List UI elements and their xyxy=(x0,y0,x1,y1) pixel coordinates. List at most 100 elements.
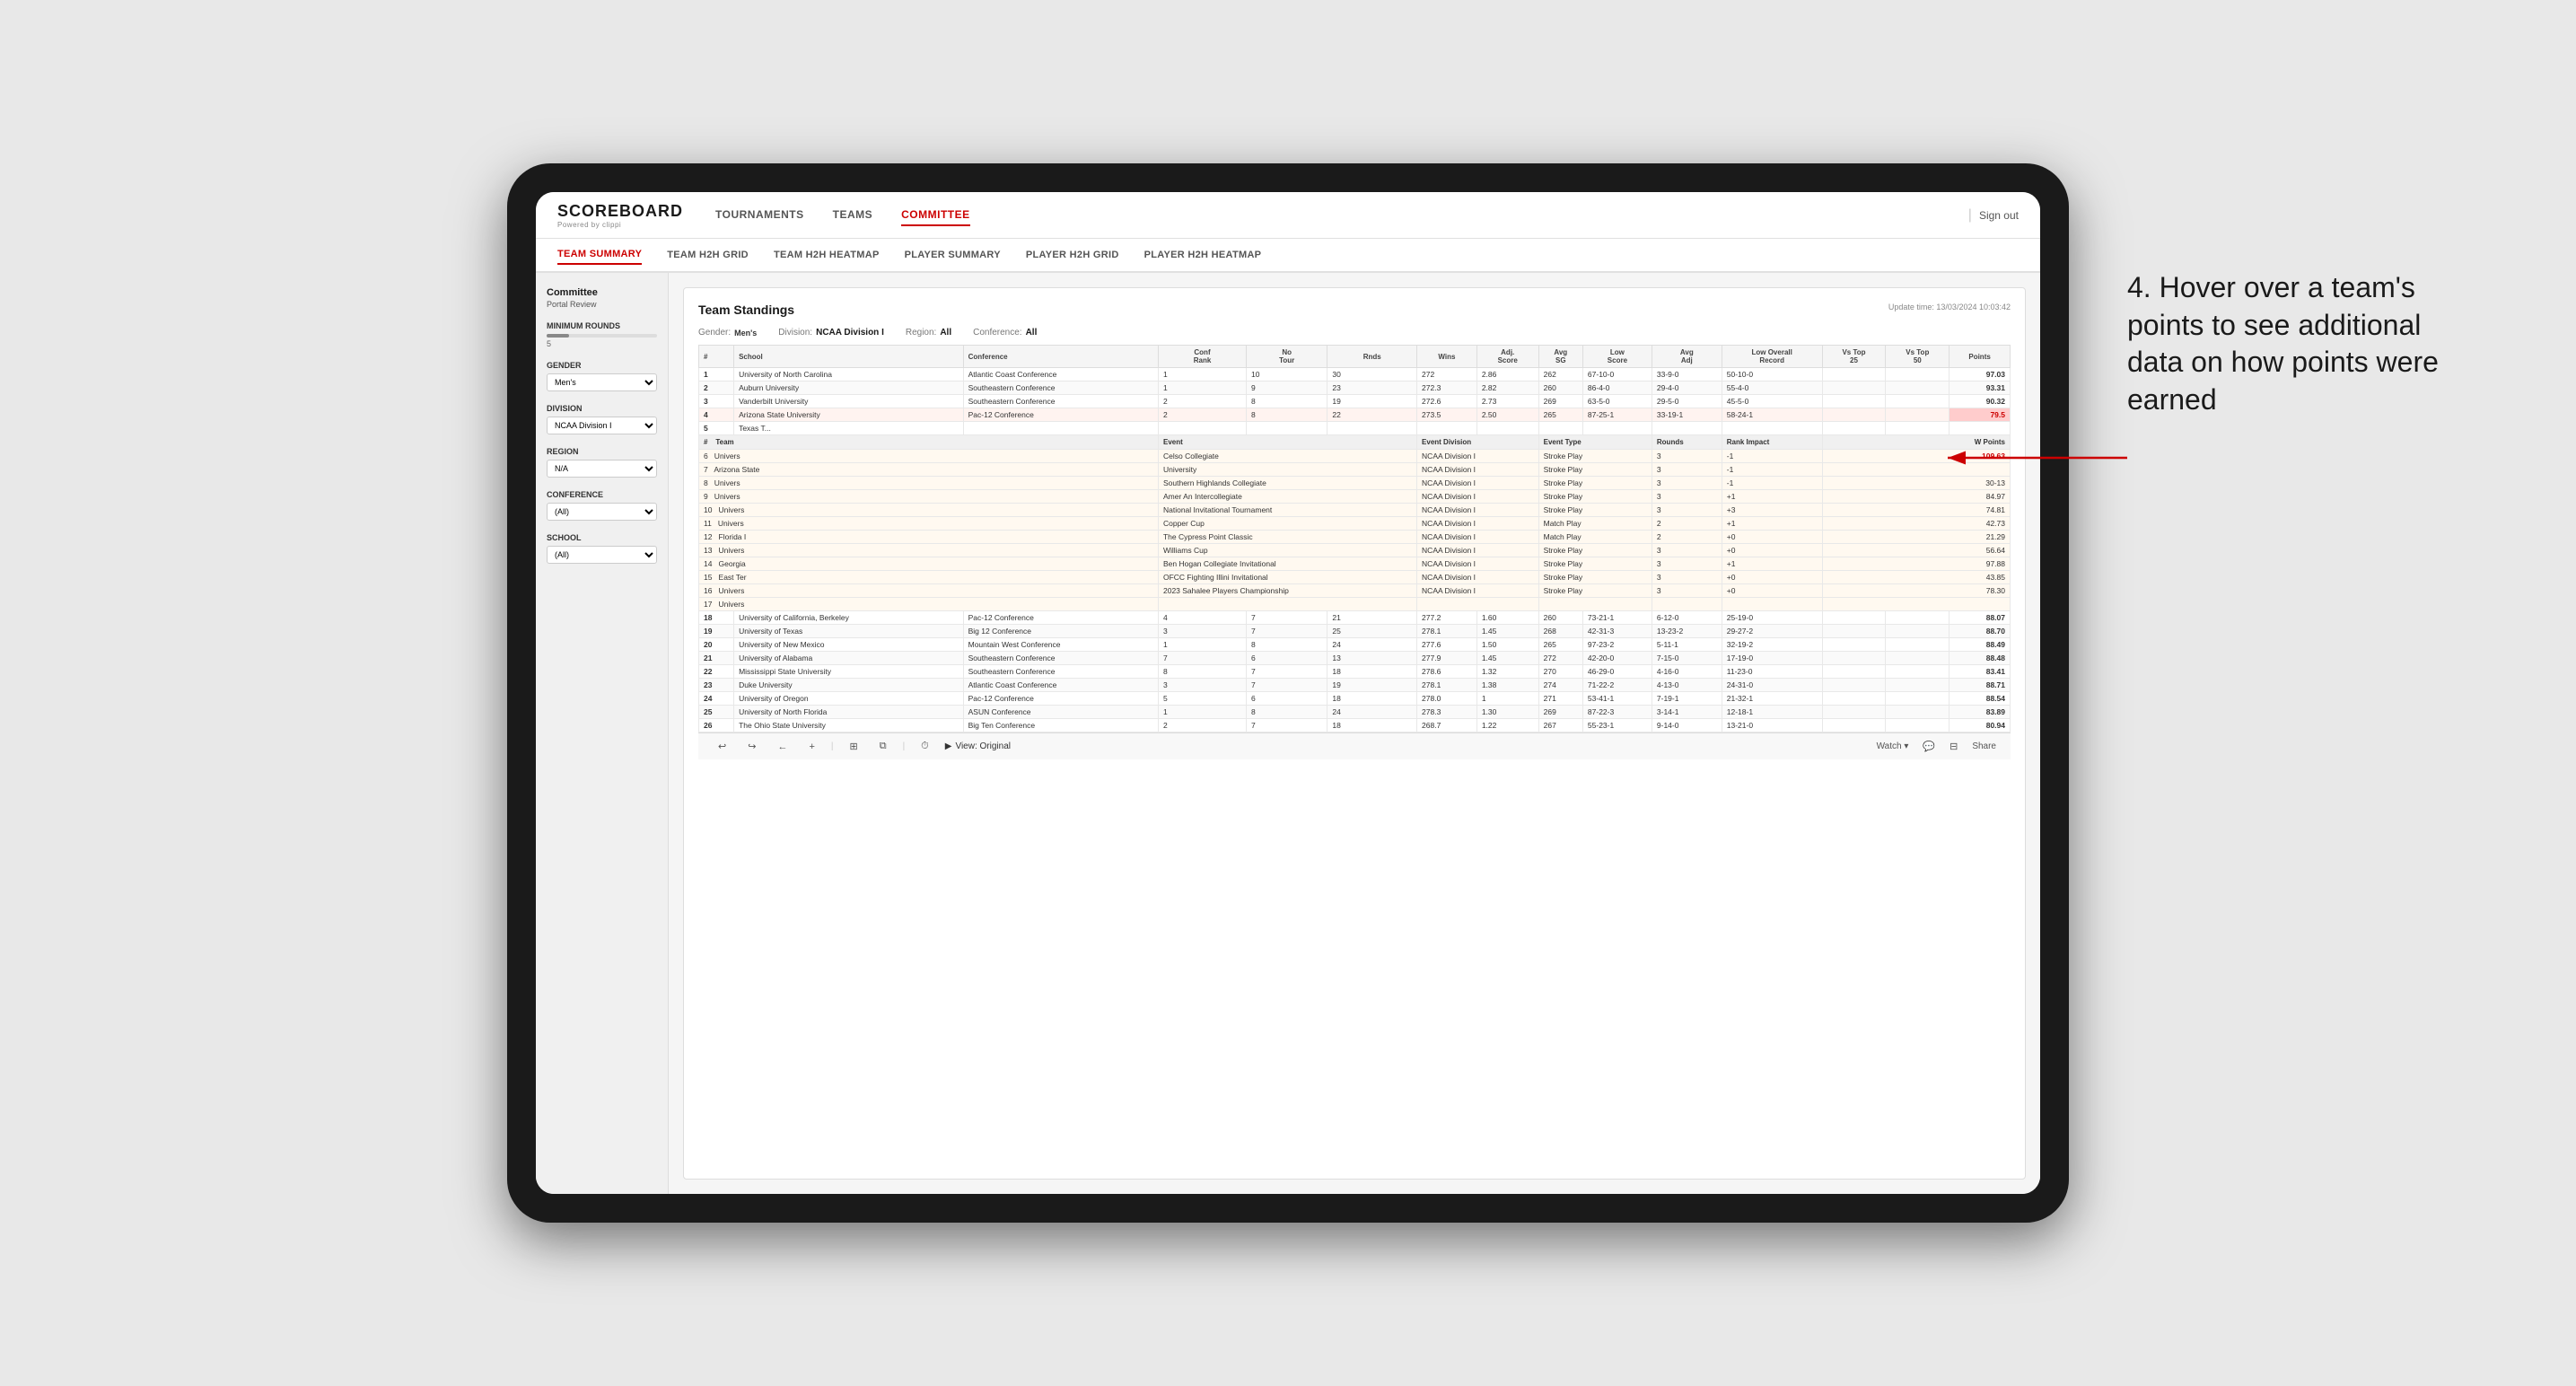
view-icon: ▶ xyxy=(945,741,952,751)
share-button[interactable]: Share xyxy=(1972,741,1996,751)
bottom-toolbar: ↩ ↪ ← + | ⊞ ⧉ | ⏱ ▶ View: Original xyxy=(698,732,2011,759)
table-row-highlighted[interactable]: 4 Arizona State University Pac-12 Confer… xyxy=(699,408,2011,422)
grid2-button[interactable]: ⊟ xyxy=(1950,741,1958,752)
sidebar-min-rounds: Minimum Rounds 5 xyxy=(547,321,657,348)
nav-teams[interactable]: TEAMS xyxy=(833,205,873,226)
sidebar-school: School (All) xyxy=(547,533,657,564)
col-conference: Conference xyxy=(963,346,1158,368)
separator-1: | xyxy=(831,741,834,751)
slider-fill xyxy=(547,334,569,338)
filter-gender: Gender: Men's xyxy=(698,328,757,338)
top-nav: SCOREBOARD Powered by clippi TOURNAMENTS… xyxy=(536,192,2040,239)
table-row[interactable]: 25 University of North Florida ASUN Conf… xyxy=(699,706,2011,719)
col-rank: # xyxy=(699,346,734,368)
col-wins: Wins xyxy=(1417,346,1477,368)
min-rounds-label: Minimum Rounds xyxy=(547,321,657,330)
division-select[interactable]: NCAA Division I xyxy=(547,417,657,434)
sidebar-header-section: Committee Portal Review xyxy=(547,287,657,309)
col-avg-sg: AvgSG xyxy=(1538,346,1582,368)
table-row[interactable]: 23 Duke University Atlantic Coast Confer… xyxy=(699,679,2011,692)
tooltip-row[interactable]: 12 Florida I The Cypress Point Classic N… xyxy=(699,531,2011,544)
table-row[interactable]: 24 University of Oregon Pac-12 Conferenc… xyxy=(699,692,2011,706)
rounds-slider[interactable] xyxy=(547,334,657,338)
undo-button[interactable]: ↩ xyxy=(713,739,732,754)
conference-select[interactable]: (All) xyxy=(547,503,657,521)
report-area: Team Standings Update time: 13/03/2024 1… xyxy=(669,273,2040,1194)
tab-team-summary[interactable]: TEAM SUMMARY xyxy=(557,245,642,265)
col-vstop50: Vs Top50 xyxy=(1886,346,1950,368)
tab-player-h2h-grid[interactable]: PLAYER H2H GRID xyxy=(1026,246,1119,264)
tablet-device: SCOREBOARD Powered by clippi TOURNAMENTS… xyxy=(507,163,2069,1223)
tooltip-row[interactable]: 16 Univers 2023 Sahalee Players Champion… xyxy=(699,584,2011,598)
filter-region: Region: All xyxy=(906,328,951,338)
table-row[interactable]: 21 University of Alabama Southeastern Co… xyxy=(699,652,2011,665)
col-low-score: LowScore xyxy=(1582,346,1652,368)
report-card: Team Standings Update time: 13/03/2024 1… xyxy=(683,287,2026,1180)
nav-committee[interactable]: COMMITTEE xyxy=(901,205,970,226)
region-label: Region xyxy=(547,447,657,456)
tooltip-row[interactable]: 14 Georgia Ben Hogan Collegiate Invitati… xyxy=(699,557,2011,571)
redo-button[interactable]: ↪ xyxy=(742,739,761,754)
filter-conference: Conference: All xyxy=(973,328,1037,338)
update-time: Update time: 13/03/2024 10:03:42 xyxy=(1888,303,2011,311)
comment-button[interactable]: 💬 xyxy=(1923,741,1935,752)
tab-team-h2h-grid[interactable]: TEAM H2H GRID xyxy=(667,246,749,264)
standings-table: # School Conference ConfRank NoTour Rnds… xyxy=(698,345,2011,732)
view-selector[interactable]: ▶ View: Original xyxy=(945,741,1011,751)
report-title: Team Standings xyxy=(698,303,794,317)
clock-button[interactable]: ⏱ xyxy=(916,739,934,754)
tooltip-row[interactable]: 17 Univers xyxy=(699,598,2011,611)
tooltip-row[interactable]: 10 Univers National Invitational Tournam… xyxy=(699,504,2011,517)
tooltip-row[interactable]: 11 Univers Copper Cup NCAA Division I Ma… xyxy=(699,517,2011,531)
annotation-text: 4. Hover over a team's points to see add… xyxy=(2127,269,2468,418)
copy-button[interactable]: ⧉ xyxy=(874,739,892,754)
nav-tournaments[interactable]: TOURNAMENTS xyxy=(715,205,804,226)
table-row[interactable]: 3 Vanderbilt University Southeastern Con… xyxy=(699,395,2011,408)
table-row[interactable]: 18 University of California, Berkeley Pa… xyxy=(699,611,2011,625)
grid-button[interactable]: ⊞ xyxy=(844,739,863,754)
table-row[interactable]: 5 Texas T... xyxy=(699,422,2011,435)
tab-player-h2h-heatmap[interactable]: PLAYER H2H HEATMAP xyxy=(1144,246,1262,264)
tooltip-row[interactable]: 8 Univers Southern Highlands Collegiate … xyxy=(699,477,2011,490)
table-row[interactable]: 20 University of New Mexico Mountain Wes… xyxy=(699,638,2011,652)
nav-divider: | xyxy=(1968,207,1972,224)
table-sub-header: # Team Event Event Division Event Type R… xyxy=(699,435,2011,450)
tab-player-summary[interactable]: PLAYER SUMMARY xyxy=(905,246,1001,264)
table-row[interactable]: 19 University of Texas Big 12 Conference… xyxy=(699,625,2011,638)
app-logo-sub: Powered by clippi xyxy=(557,221,683,229)
gender-select[interactable]: Men's xyxy=(547,373,657,391)
add-button[interactable]: + xyxy=(803,740,819,754)
main-nav: TOURNAMENTS TEAMS COMMITTEE xyxy=(715,205,1968,226)
report-filters: Gender: Men's Division: NCAA Division I … xyxy=(698,328,2011,338)
filter-division: Division: NCAA Division I xyxy=(778,328,884,338)
main-content: Committee Portal Review Minimum Rounds 5 xyxy=(536,273,2040,1194)
tab-team-h2h-heatmap[interactable]: TEAM H2H HEATMAP xyxy=(774,246,880,264)
tooltip-row[interactable]: 7 Arizona State University NCAA Division… xyxy=(699,463,2011,477)
table-row[interactable]: 22 Mississippi State University Southeas… xyxy=(699,665,2011,679)
conference-label: Conference xyxy=(547,490,657,499)
sign-out-button[interactable]: Sign out xyxy=(1979,209,2019,222)
slider-container xyxy=(547,334,657,338)
table-container: # School Conference ConfRank NoTour Rnds… xyxy=(698,345,2011,732)
col-vstop25: Vs Top25 xyxy=(1822,346,1886,368)
tablet-screen: SCOREBOARD Powered by clippi TOURNAMENTS… xyxy=(536,192,2040,1194)
tooltip-row[interactable]: 15 East Ter OFCC Fighting Illini Invitat… xyxy=(699,571,2011,584)
back-button[interactable]: ← xyxy=(772,740,793,754)
tooltip-row[interactable]: 9 Univers Amer An Intercollegiate NCAA D… xyxy=(699,490,2011,504)
table-row[interactable]: 2 Auburn University Southeastern Confere… xyxy=(699,382,2011,395)
watch-button[interactable]: Watch ▾ xyxy=(1877,741,1909,751)
col-overall: Low OverallRecord xyxy=(1722,346,1822,368)
col-conf-rank: ConfRank xyxy=(1158,346,1246,368)
sidebar-gender: Gender Men's xyxy=(547,361,657,391)
table-row[interactable]: 26 The Ohio State University Big Ten Con… xyxy=(699,719,2011,732)
region-select[interactable]: N/A xyxy=(547,460,657,478)
col-points: Points xyxy=(1950,346,2011,368)
annotation-arrow xyxy=(1930,431,2136,485)
col-tours: NoTour xyxy=(1247,346,1327,368)
table-row[interactable]: 1 University of North Carolina Atlantic … xyxy=(699,368,2011,382)
toolbar-right: Watch ▾ 💬 ⊟ Share xyxy=(1877,741,1996,752)
tooltip-row[interactable]: 13 Univers Williams Cup NCAA Division I … xyxy=(699,544,2011,557)
tooltip-row[interactable]: 6 Univers Celso Collegiate NCAA Division… xyxy=(699,450,2011,463)
separator-2: | xyxy=(903,741,906,751)
school-select[interactable]: (All) xyxy=(547,546,657,564)
